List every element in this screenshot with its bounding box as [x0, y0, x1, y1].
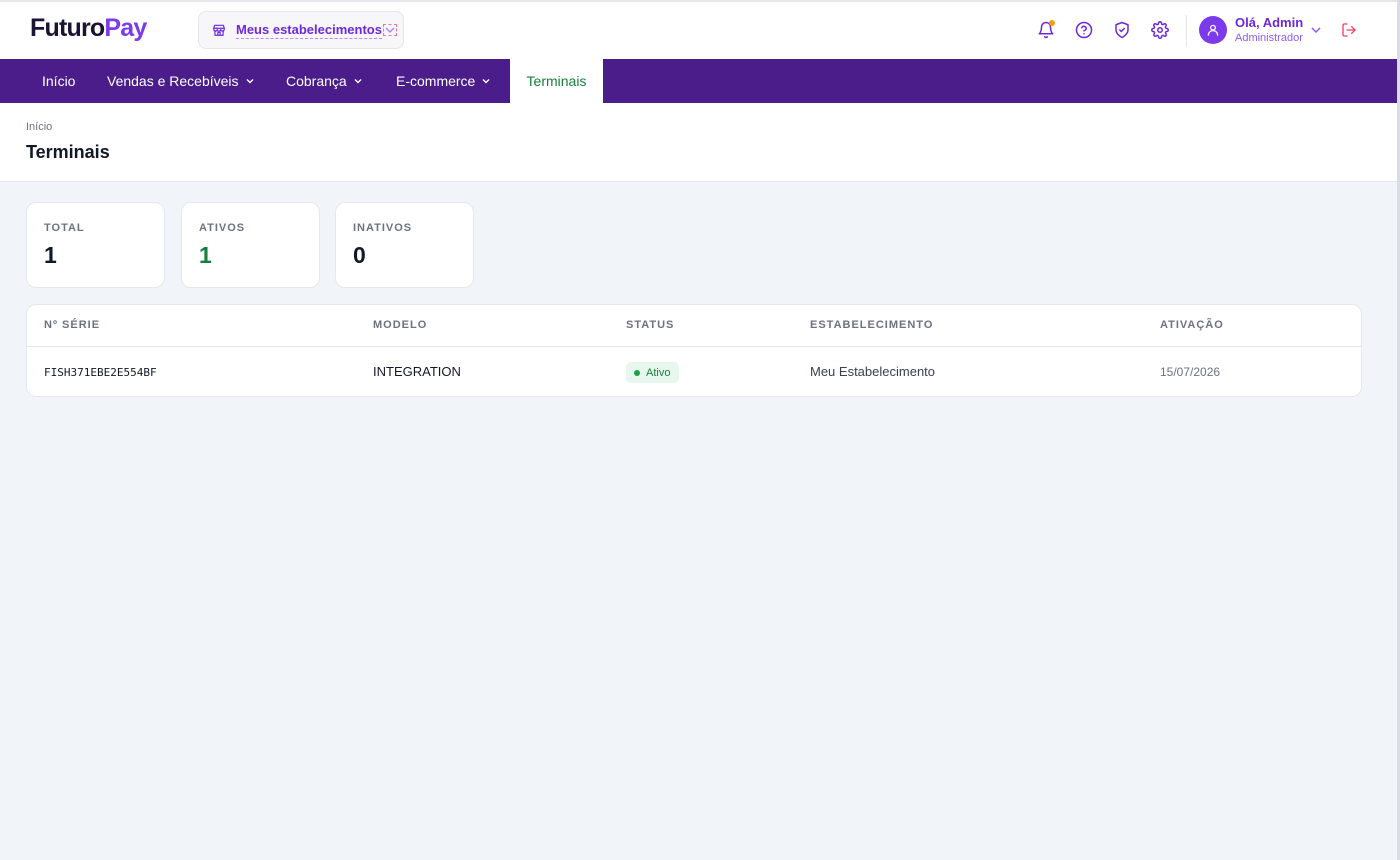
nav-item-cobranca[interactable]: Cobrança [286, 59, 363, 103]
user-role: Administrador [1235, 32, 1303, 44]
status-badge: Ativo [626, 362, 680, 383]
chevron-down-icon [246, 79, 254, 84]
column-header-model: MODELO [373, 319, 428, 331]
notification-dot [1049, 20, 1055, 26]
stat-card-ativos: ATIVOS 1 [181, 202, 320, 288]
table-header: Nº SÉRIE MODELO STATUS ESTABELECIMENTO A… [27, 305, 1361, 347]
nav-item-label: Cobrança [286, 73, 347, 89]
status-dot [634, 369, 640, 376]
breadcrumb[interactable]: Início [26, 121, 52, 133]
gear-icon[interactable] [1151, 21, 1169, 39]
store-icon [213, 24, 225, 36]
app-root: FuturoPay Meus estabelecimentos Olá, Adm… [0, 0, 1397, 860]
nav-item-inicio[interactable]: Início [42, 59, 75, 103]
stat-card-inativos: INATIVOS 0 [335, 202, 474, 288]
user-icon [1207, 24, 1219, 36]
chevron-down-icon[interactable] [382, 24, 397, 36]
top-header: FuturoPay Meus estabelecimentos Olá, Adm… [0, 2, 1397, 59]
nav-item-label: E-commerce [396, 73, 476, 89]
stat-card-total: TOTAL 1 [26, 202, 165, 288]
column-header-status: STATUS [626, 319, 675, 331]
nav-item-vendas-recebiveis[interactable]: Vendas e Recebíveis [107, 59, 255, 103]
cell-model: INTEGRATION [373, 364, 461, 379]
chevron-down-icon [354, 79, 362, 84]
cell-establishment: Meu Estabelecimento [810, 364, 936, 379]
cell-serial: FISH371EBE2E554BF [44, 366, 157, 379]
help-circle-icon[interactable] [1075, 21, 1093, 39]
nav-item-label: Início [42, 73, 76, 89]
header-divider [1186, 15, 1187, 47]
stat-label: TOTAL [44, 222, 85, 234]
avatar[interactable] [1199, 16, 1227, 44]
nav-item-terminais[interactable]: Terminais [510, 59, 603, 103]
stat-value: 0 [353, 242, 366, 268]
stat-value: 1 [44, 242, 57, 268]
user-greeting[interactable]: Olá, Admin [1235, 15, 1303, 30]
establishment-selector-label: Meus estabelecimentos [236, 21, 382, 39]
main-nav: Início Vendas e Recebíveis Cobrança E-co… [0, 59, 1397, 103]
terminals-table: Nº SÉRIE MODELO STATUS ESTABELECIMENTO A… [26, 304, 1362, 397]
nav-item-label: Terminais [526, 73, 587, 89]
bell-icon[interactable] [1037, 20, 1055, 39]
stat-value: 1 [199, 242, 212, 268]
column-header-activation: ATIVAÇÃO [1160, 319, 1224, 331]
logo-part-futuro: Futuro [30, 14, 105, 42]
logout-icon[interactable] [1341, 22, 1357, 38]
column-header-serial: Nº SÉRIE [44, 319, 101, 331]
cell-activation: 15/07/2026 [1160, 365, 1221, 379]
stat-label: INATIVOS [353, 222, 413, 234]
page-header: Início Terminais [0, 103, 1397, 182]
chevron-down-icon [482, 79, 490, 84]
window-top-border [0, 0, 1400, 2]
status-badge-label: Ativo [646, 366, 671, 379]
stat-label: ATIVOS [199, 222, 246, 234]
futuropay-logo[interactable]: FuturoPay [30, 14, 147, 43]
column-header-establishment: ESTABELECIMENTO [810, 319, 934, 331]
table-row[interactable]: FISH371EBE2E554BF INTEGRATION Ativo Meu … [27, 347, 1361, 396]
chevron-down-icon[interactable] [1310, 23, 1322, 35]
page-title: Terminais [26, 142, 110, 162]
nav-item-label: Vendas e Recebíveis [107, 73, 239, 89]
logo-part-pay: Pay [104, 14, 147, 42]
establishment-selector[interactable]: Meus estabelecimentos [198, 11, 404, 49]
shield-check-icon[interactable] [1113, 21, 1131, 39]
nav-item-ecommerce[interactable]: E-commerce [396, 59, 491, 103]
